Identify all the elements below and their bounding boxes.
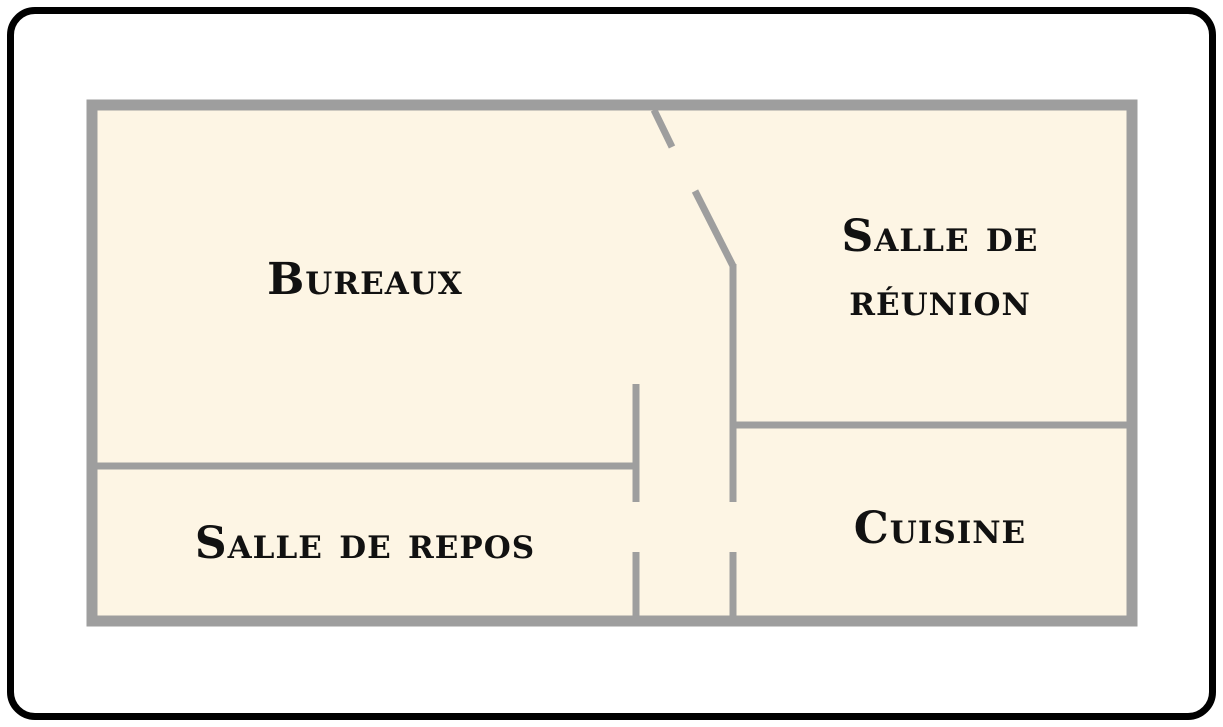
room-label-bureaux: Bureaux xyxy=(267,254,463,305)
floor-plan xyxy=(86,99,1138,627)
room-label-salle-de-repos: Salle de repos xyxy=(194,518,536,569)
room-label-salle-de-reunion: Salle de réunion xyxy=(841,211,1039,326)
room-label-cuisine: Cuisine xyxy=(853,503,1027,554)
